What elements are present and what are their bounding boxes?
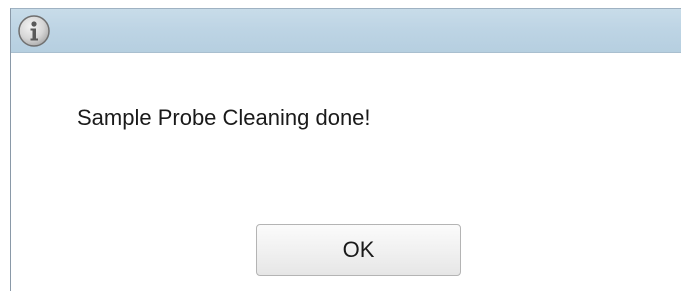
dialog-titlebar[interactable] xyxy=(11,9,681,53)
dialog-message: Sample Probe Cleaning done! xyxy=(77,105,371,130)
ok-button[interactable]: OK xyxy=(256,224,461,276)
info-dialog: Sample Probe Cleaning done! OK xyxy=(10,8,681,291)
info-icon xyxy=(17,14,51,48)
